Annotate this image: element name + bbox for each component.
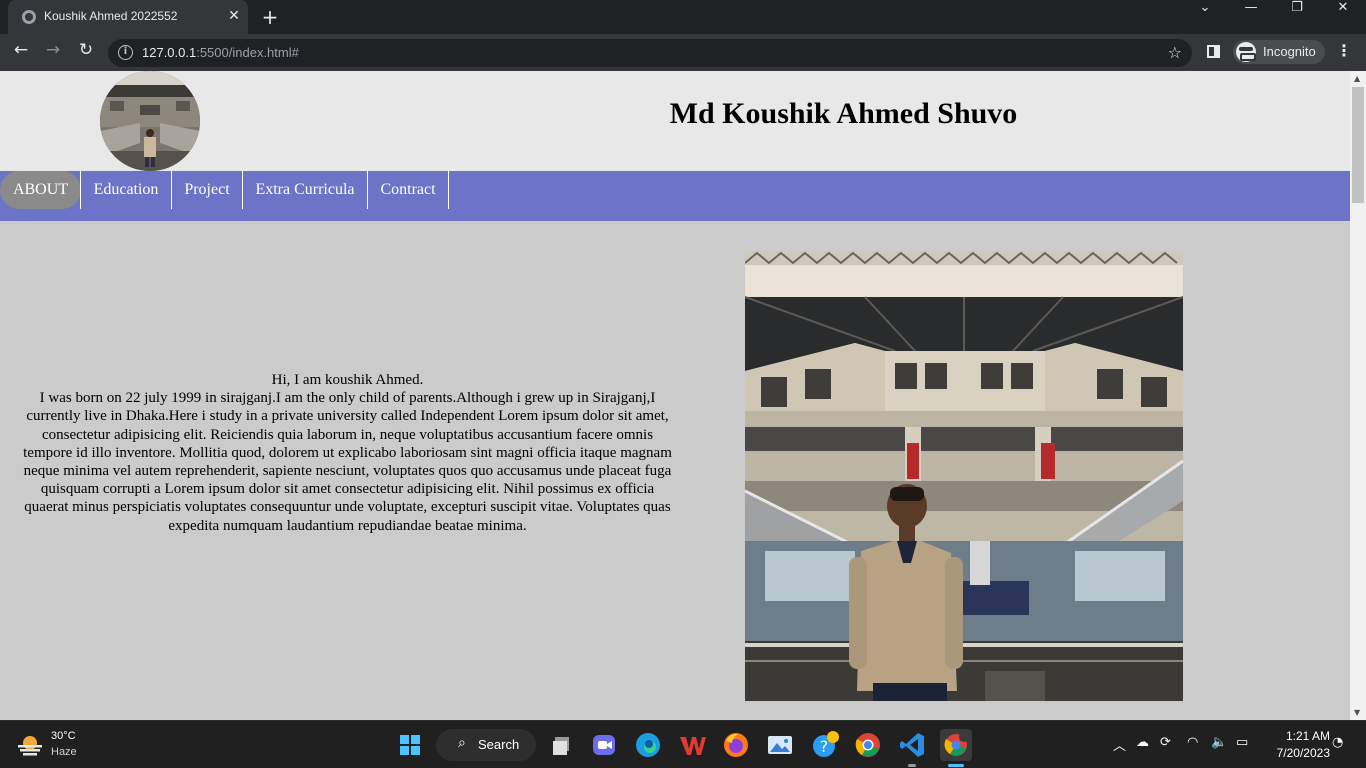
photos-icon: [768, 736, 792, 754]
chrome-app[interactable]: [852, 729, 884, 761]
incognito-icon: [1236, 42, 1256, 62]
vscode-icon: [900, 733, 924, 757]
chrome-icon: [855, 733, 880, 757]
site-info-icon[interactable]: i: [118, 45, 133, 60]
scroll-up-icon[interactable]: ▲: [1354, 74, 1360, 83]
about-body: I was born on 22 july 1999 in sirajganj.…: [23, 390, 672, 534]
help-app[interactable]: ?: [808, 729, 840, 761]
tab-search-icon[interactable]: ⌄: [1182, 0, 1228, 34]
about-section: Hi, I am koushik Ahmed. I was born on 22…: [20, 371, 675, 535]
reload-icon[interactable]: ↻: [73, 40, 99, 66]
wps-icon: [680, 737, 706, 755]
scroll-thumb[interactable]: [1352, 87, 1364, 203]
notifications-icon[interactable]: ◔: [1332, 735, 1343, 750]
windows-start-icon: [400, 735, 420, 755]
wifi-icon[interactable]: ◠: [1187, 735, 1198, 750]
edge-icon: [636, 733, 660, 757]
meet-app[interactable]: [588, 729, 620, 761]
sync-alert-icon[interactable]: ⟳: [1160, 735, 1171, 750]
address-bar[interactable]: i 127.0.0.1:5500/index.html# ☆: [108, 39, 1192, 67]
photos-app[interactable]: [764, 729, 796, 761]
browser-tabstrip: Koushik Ahmed 2022552 ✕ + ⌄ — ❐ ✕: [0, 0, 1366, 34]
browser-toolbar: ← → ↻ i 127.0.0.1:5500/index.html# ☆: [0, 34, 1366, 71]
back-arrow-icon[interactable]: ←: [8, 40, 34, 66]
clock-time[interactable]: 1:21 AM: [1270, 729, 1330, 743]
incognito-indicator[interactable]: Incognito: [1233, 40, 1325, 64]
restore-button[interactable]: ❐: [1274, 0, 1320, 34]
forward-arrow-icon[interactable]: →: [40, 40, 66, 66]
help-icon: ?: [813, 731, 839, 757]
taskbar-search[interactable]: ⌕ Search: [436, 729, 536, 761]
page-scrollbar[interactable]: ▲ ▼: [1350, 71, 1366, 720]
site-title: Md Koushik Ahmed Shuvo: [669, 97, 1018, 130]
globe-icon: [22, 10, 36, 24]
chrome-incognito-icon: [944, 732, 969, 756]
taskbar: 30°C Haze ⌕ Search ? ︿ ☁ ⟳ ◠ 🔈 ▭ 1:21 AM…: [0, 720, 1366, 768]
tab-close-icon[interactable]: ✕: [226, 8, 242, 24]
incognito-label: Incognito: [1263, 44, 1316, 59]
task-view-button[interactable]: [546, 729, 578, 761]
weather-temperature[interactable]: 30°C: [51, 730, 76, 742]
bookmark-star-icon[interactable]: ☆: [1168, 43, 1182, 62]
svg-text:?: ?: [820, 737, 829, 756]
site-header: Md Koushik Ahmed Shuvo: [0, 71, 1350, 171]
taskbar-search-label: Search: [478, 737, 520, 752]
wps-app[interactable]: [676, 729, 708, 761]
start-button[interactable]: [394, 729, 426, 761]
search-icon: ⌕: [458, 735, 466, 751]
new-tab-button[interactable]: +: [258, 6, 282, 28]
about-greeting: Hi, I am koushik Ahmed.: [271, 372, 424, 388]
meet-icon: [593, 735, 615, 755]
nav-contract[interactable]: Contract: [368, 171, 449, 209]
nav-project[interactable]: Project: [172, 171, 243, 209]
task-view-icon: [553, 737, 569, 755]
profile-photo: [745, 251, 1183, 701]
onedrive-icon[interactable]: ☁: [1136, 735, 1149, 750]
avatar: [100, 71, 200, 171]
chrome-incognito-app[interactable]: [940, 729, 972, 767]
address-url[interactable]: 127.0.0.1:5500/index.html#: [142, 45, 299, 60]
volume-icon[interactable]: 🔈: [1211, 735, 1227, 750]
firefox-icon: [724, 733, 748, 757]
vscode-app[interactable]: [896, 729, 928, 767]
battery-icon[interactable]: ▭: [1236, 735, 1248, 750]
edge-app[interactable]: [632, 729, 664, 761]
tray-overflow-icon[interactable]: ︿: [1113, 735, 1126, 754]
browser-menu-icon[interactable]: ⋮: [1336, 41, 1352, 60]
clock-date[interactable]: 7/20/2023: [1260, 746, 1330, 760]
nav-education[interactable]: Education: [81, 171, 172, 209]
haze-weather-icon[interactable]: [18, 734, 42, 756]
weather-condition[interactable]: Haze: [51, 746, 77, 758]
close-window-button[interactable]: ✕: [1320, 0, 1366, 34]
nav-extra-curricula[interactable]: Extra Curricula: [243, 171, 368, 209]
nav-about[interactable]: ABOUT: [0, 171, 81, 209]
active-indicator: [948, 764, 964, 767]
side-panel-icon[interactable]: [1207, 45, 1220, 58]
running-indicator: [908, 764, 916, 767]
firefox-app[interactable]: [720, 729, 752, 761]
scroll-down-icon[interactable]: ▼: [1354, 708, 1360, 717]
page-viewport: Md Koushik Ahmed Shuvo ABOUT Education P…: [0, 71, 1350, 720]
site-nav: ABOUT Education Project Extra Curricula …: [0, 171, 1350, 221]
browser-tab[interactable]: Koushik Ahmed 2022552 ✕: [8, 0, 248, 34]
tab-title: Koushik Ahmed 2022552: [44, 9, 178, 23]
minimize-button[interactable]: —: [1228, 0, 1274, 34]
